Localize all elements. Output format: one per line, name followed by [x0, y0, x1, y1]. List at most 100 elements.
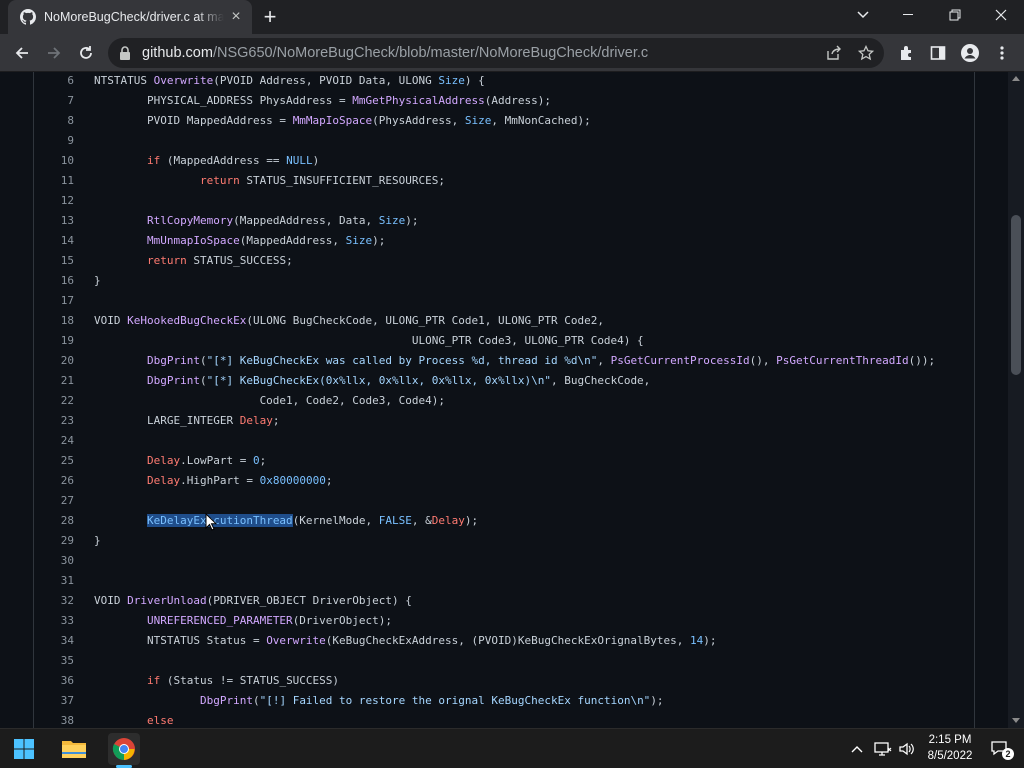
code-line: 22 Code1, Code2, Code3, Code4);	[34, 391, 974, 411]
restore-button[interactable]	[932, 0, 978, 30]
line-code: NTSTATUS Overwrite(PVOID Address, PVOID …	[94, 74, 485, 87]
page-scrollbar[interactable]	[1008, 72, 1024, 728]
side-panel-button[interactable]	[924, 39, 952, 67]
arrow-right-icon	[48, 47, 61, 59]
network-icon[interactable]	[872, 738, 894, 760]
share-icon[interactable]	[826, 45, 842, 61]
chrome-taskbar-button[interactable]	[108, 733, 140, 765]
code-line: 32 VOID DriverUnload(PDRIVER_OBJECT Drive…	[34, 591, 974, 611]
tab-search-icon[interactable]	[840, 0, 886, 30]
line-number[interactable]: 18	[34, 311, 74, 331]
line-number[interactable]: 25	[34, 451, 74, 471]
new-tab-button[interactable]: +	[260, 6, 280, 28]
code-line: 13 RtlCopyMemory(MappedAddress, Data, Si…	[34, 211, 974, 231]
url-text[interactable]: github.com/NSG650/NoMoreBugCheck/blob/ma…	[142, 45, 648, 61]
scrollbar-thumb[interactable]	[1011, 215, 1021, 375]
line-number[interactable]: 38	[34, 711, 74, 728]
volume-icon[interactable]	[896, 738, 918, 760]
line-number[interactable]: 27	[34, 491, 74, 511]
scroll-down-arrow-icon[interactable]	[1012, 718, 1020, 723]
windows-logo-icon	[14, 739, 34, 759]
code-line: 34 NTSTATUS Status = Overwrite(KeBugChec…	[34, 631, 974, 651]
line-number[interactable]: 24	[34, 431, 74, 451]
close-window-button[interactable]	[978, 0, 1024, 30]
line-number[interactable]: 11	[34, 171, 74, 191]
tab-strip: NoMoreBugCheck/driver.c at master × +	[0, 0, 1024, 34]
line-number[interactable]: 17	[34, 291, 74, 311]
line-code: ULONG_PTR Code3, ULONG_PTR Code4) {	[94, 334, 644, 347]
code-line: 20 DbgPrint("[*] KeBugCheckEx was called…	[34, 351, 974, 371]
code-line: 28 KeDelayExecutionThread(KernelMode, FA…	[34, 511, 974, 531]
url-host: github.com	[142, 45, 213, 61]
code-line: 29}	[34, 531, 974, 551]
extensions-button[interactable]	[892, 39, 920, 67]
line-number[interactable]: 15	[34, 251, 74, 271]
line-number[interactable]: 8	[34, 111, 74, 131]
windows-taskbar: 2:15 PM 8/5/2022 2	[0, 728, 1024, 768]
back-button[interactable]	[8, 39, 36, 67]
line-code: Delay.LowPart = 0;	[146, 454, 267, 467]
page-content: 6 NTSTATUS Overwrite(PVOID Address, PVOID…	[0, 72, 1008, 728]
code-line: 17	[34, 291, 974, 311]
line-code: VOID KeHookedBugCheckEx(ULONG BugCheckCo…	[94, 314, 604, 327]
code-line: 25 Delay.LowPart = 0;	[34, 451, 974, 471]
line-number[interactable]: 10	[34, 151, 74, 171]
tray-overflow-chevron-icon[interactable]	[846, 738, 868, 760]
line-number[interactable]: 9	[34, 131, 74, 151]
line-number[interactable]: 33	[34, 611, 74, 631]
code-line: 21 DbgPrint("[*] KeBugCheckEx(0x%llx, 0x…	[34, 371, 974, 391]
line-number[interactable]: 7	[34, 91, 74, 111]
start-button[interactable]	[8, 733, 40, 765]
line-number[interactable]: 21	[34, 371, 74, 391]
browser-tab-active[interactable]: NoMoreBugCheck/driver.c at master ×	[8, 0, 252, 34]
tab-title: NoMoreBugCheck/driver.c at master	[44, 10, 224, 24]
line-number[interactable]: 32	[34, 591, 74, 611]
code-line: 35	[34, 651, 974, 671]
address-bar[interactable]: github.com/NSG650/NoMoreBugCheck/blob/ma…	[108, 38, 884, 68]
line-number[interactable]: 23	[34, 411, 74, 431]
line-number[interactable]: 26	[34, 471, 74, 491]
profile-button[interactable]	[956, 39, 984, 67]
line-number[interactable]: 30	[34, 551, 74, 571]
notifications-button[interactable]: 2	[990, 738, 1014, 760]
line-number[interactable]: 28	[34, 511, 74, 531]
code-line: 11 return STATUS_INSUFFICIENT_RESOURCES;	[34, 171, 974, 191]
menu-button[interactable]	[988, 39, 1016, 67]
code-line: 23 LARGE_INTEGER Delay;	[34, 411, 974, 431]
line-number[interactable]: 14	[34, 231, 74, 251]
line-number[interactable]: 36	[34, 671, 74, 691]
code-line: 16}	[34, 271, 974, 291]
line-number[interactable]: 16	[34, 271, 74, 291]
line-number[interactable]: 13	[34, 211, 74, 231]
line-number[interactable]: 29	[34, 531, 74, 551]
code-line: 15 return STATUS_SUCCESS;	[34, 251, 974, 271]
minimize-button[interactable]	[886, 0, 932, 30]
tab-close-icon[interactable]: ×	[228, 9, 244, 25]
line-number[interactable]: 34	[34, 631, 74, 651]
line-code: DbgPrint("[!] Failed to restore the orig…	[199, 694, 664, 707]
code-line: 8 PVOID MappedAddress = MmMapIoSpace(Phy…	[34, 111, 974, 131]
line-number[interactable]: 19	[34, 331, 74, 351]
forward-button[interactable]	[40, 39, 68, 67]
profile-avatar-icon	[961, 44, 979, 62]
bookmark-star-icon[interactable]	[858, 45, 874, 61]
reload-button[interactable]	[72, 39, 100, 67]
line-code: VOID DriverUnload(PDRIVER_OBJECT DriverO…	[94, 594, 412, 607]
line-number[interactable]: 22	[34, 391, 74, 411]
line-number[interactable]: 31	[34, 571, 74, 591]
code-line: 31	[34, 571, 974, 591]
line-number[interactable]: 35	[34, 651, 74, 671]
system-clock[interactable]: 2:15 PM 8/5/2022	[922, 732, 978, 764]
file-explorer-button[interactable]	[58, 733, 90, 765]
line-number[interactable]: 20	[34, 351, 74, 371]
line-code: return STATUS_SUCCESS;	[146, 254, 293, 267]
code-line: 27	[34, 491, 974, 511]
line-number[interactable]: 6	[34, 72, 74, 91]
code-line: 10 if (MappedAddress == NULL)	[34, 151, 974, 171]
line-code: PVOID MappedAddress = MmMapIoSpace(PhysA…	[94, 114, 591, 127]
line-number[interactable]: 37	[34, 691, 74, 711]
code-line: 30	[34, 551, 974, 571]
arrow-left-icon	[15, 47, 28, 59]
line-number[interactable]: 12	[34, 191, 74, 211]
scroll-up-arrow-icon[interactable]	[1012, 76, 1020, 81]
